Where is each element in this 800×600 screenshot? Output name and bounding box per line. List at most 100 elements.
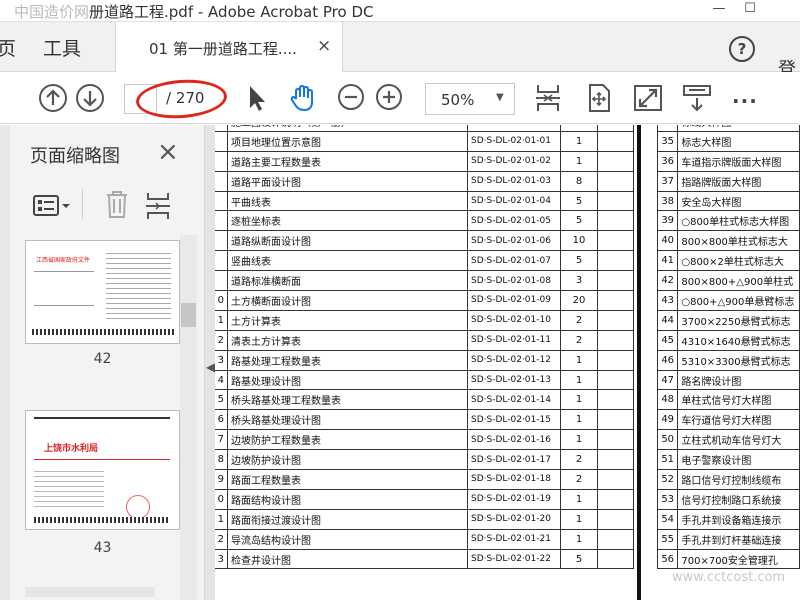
page-fit-icon[interactable] [532, 82, 564, 114]
table-cell: 标志大样图 [677, 130, 800, 152]
insert-page-icon[interactable] [144, 191, 174, 221]
table-row: 36 车道指示牌版面大样图 [656, 150, 800, 172]
thumbnail-page-43[interactable]: 上饶市水利局 [25, 410, 180, 530]
table-row: 52 路口信号灯控制线缆布 [656, 469, 800, 490]
table-row: 53 信号灯控制路口系统接 [656, 488, 800, 510]
table-cell: 信号灯控制路口系统接 [677, 488, 800, 510]
table-cell: 道路平面设计图 [227, 170, 468, 192]
minimize-button[interactable]: — [704, 0, 734, 20]
select-cursor-icon[interactable] [241, 82, 273, 114]
table-cell: SD·S-DL-02·01-15 [467, 409, 561, 431]
table-cell: 指路牌版面大样图 [677, 170, 800, 192]
zoom-value: 50% [441, 91, 475, 109]
trash-icon[interactable] [104, 189, 130, 219]
thumbnail-label-42: 42 [93, 351, 112, 367]
panel-scrollbar[interactable] [180, 235, 197, 600]
table-row: 竖曲线表 SD·S-DL-02·01-07 5 [215, 250, 634, 272]
title-watermark: 中国造价网 [14, 3, 90, 21]
table-cell [215, 210, 228, 232]
nav-tools[interactable]: 工具 [43, 34, 81, 61]
table-cell: 40 [656, 230, 679, 252]
more-tools-icon[interactable]: ... [732, 84, 758, 108]
table-cell: 47 [656, 369, 679, 391]
drawing-index-table-right: 34标线大样图35标志大样图36车道指示牌版面大样图37指路牌版面大样图38安全… [656, 125, 800, 570]
tab-close-icon[interactable]: × [317, 36, 331, 56]
next-page-button[interactable] [76, 84, 104, 112]
table-cell: 平曲线表 [227, 190, 468, 212]
arrow-down-icon [83, 91, 97, 107]
table-cell: SD·S-DL-02·01-13 [467, 369, 561, 391]
table-cell [597, 210, 634, 232]
table-cell: SD·S-DL-02·01-07 [467, 250, 561, 272]
table-cell: 道路纵断面设计图 [227, 230, 468, 252]
table-row: 37 指路牌版面大样图 [656, 170, 800, 192]
table-cell: SD·S-DL-02·01-03 [467, 170, 561, 192]
scrollbar-thumb[interactable] [181, 303, 196, 327]
thumbnail-options-icon[interactable] [32, 193, 72, 219]
table-cell: 路基处理设计图 [227, 369, 468, 391]
table-cell: SD·S-DL-02·01-05 [467, 210, 561, 232]
table-row: 55 手孔井到灯杆基础连接 [656, 528, 800, 550]
table-cell: 6 [215, 409, 228, 431]
drawing-index-table-left: 施工图设计说明（第一册）项目地理位置示意图SD·S-DL-02·01-011道路… [215, 125, 634, 570]
table-cell: 1 [560, 429, 598, 451]
thumbnail-heading: 江西省国家政府文件 [36, 257, 91, 264]
hand-tool-icon[interactable] [287, 82, 319, 114]
zoom-select[interactable]: 50% ▼ [425, 83, 515, 115]
window-title: 中国造价网册道路工程.pdf - Adobe Acrobat Pro DC [14, 1, 373, 22]
table-cell: 3 [215, 548, 228, 570]
panel-close-icon[interactable]: × [157, 137, 179, 167]
table-cell: 2 [560, 449, 598, 471]
table-cell: 10 [560, 230, 598, 252]
left-nav-strip [0, 125, 10, 600]
table-cell [597, 230, 634, 252]
tab-document[interactable]: 01 第一册道路工程.... × [115, 22, 343, 72]
table-cell: 42 [656, 270, 679, 292]
table-cell: 3700×2250悬臂式标志 [677, 309, 800, 331]
table-cell: 路口信号灯控制线缆布 [677, 469, 800, 490]
window-title-text: 册道路工程.pdf - Adobe Acrobat Pro DC [89, 3, 374, 21]
thumbnail-page-42[interactable]: 江西省国家政府文件 [25, 240, 180, 344]
zoom-out-button[interactable] [338, 84, 364, 110]
table-cell [597, 309, 634, 331]
table-cell: 路名牌设计图 [677, 369, 800, 391]
table-cell: 5 [560, 190, 598, 212]
table-cell: 车行道信号灯大样图 [677, 409, 800, 431]
help-icon[interactable]: ? [729, 36, 755, 62]
table-cell: 39 [656, 210, 679, 232]
nav-home[interactable]: 页 [0, 34, 16, 61]
table-cell [597, 329, 634, 351]
document-view[interactable]: 施工图设计说明（第一册）项目地理位置示意图SD·S-DL-02·01-011道路… [215, 125, 800, 600]
table-cell: 36 [656, 150, 679, 172]
table-cell: 1 [560, 488, 598, 510]
table-row: 0 路面结构设计图 SD·S-DL-02·01-19 1 [215, 488, 634, 510]
table-cell: SD·S-DL-02·01-17 [467, 449, 561, 471]
thumbnail-panel: 页面缩略图 × 江西省国家政府文件 42 上饶市水利局 43 [0, 125, 205, 600]
tab-document-title: 01 第一册道路工程.... [149, 40, 297, 58]
table-cell: SD·S-DL-02·01-01 [467, 130, 561, 152]
table-cell: 44 [656, 309, 679, 331]
arrow-up-icon [46, 89, 60, 105]
prev-page-button[interactable] [39, 84, 67, 112]
table-cell [597, 528, 634, 550]
table-cell: 4310×1640悬臂式标志 [677, 329, 800, 351]
rotate-page-icon[interactable] [583, 82, 615, 114]
table-cell: 800×800+△900单柱式 [677, 270, 800, 292]
table-cell [215, 190, 228, 212]
table-row: 46 5310×3300悬臂式标志 [656, 349, 800, 371]
zoom-in-button[interactable] [376, 84, 402, 110]
table-cell: 道路标准横断面 [227, 270, 468, 292]
table-cell: 1 [560, 409, 598, 431]
full-screen-icon[interactable] [632, 82, 664, 114]
table-cell: 5 [560, 548, 598, 570]
table-cell: 路基处理工程数量表 [227, 349, 468, 371]
table-row: 50 立柱式机动车信号灯大 [656, 429, 800, 451]
table-cell: 1 [560, 508, 598, 530]
collapse-panel-icon[interactable]: ◀ [206, 360, 215, 374]
thumbnail-label-43: 43 [93, 540, 112, 556]
maximize-button[interactable]: ☐ [735, 0, 765, 20]
table-row: 道路纵断面设计图 SD·S-DL-02·01-06 10 [215, 230, 634, 252]
panel-toolbar [30, 185, 190, 225]
read-mode-icon[interactable] [681, 82, 713, 114]
table-cell: 1 [560, 389, 598, 411]
